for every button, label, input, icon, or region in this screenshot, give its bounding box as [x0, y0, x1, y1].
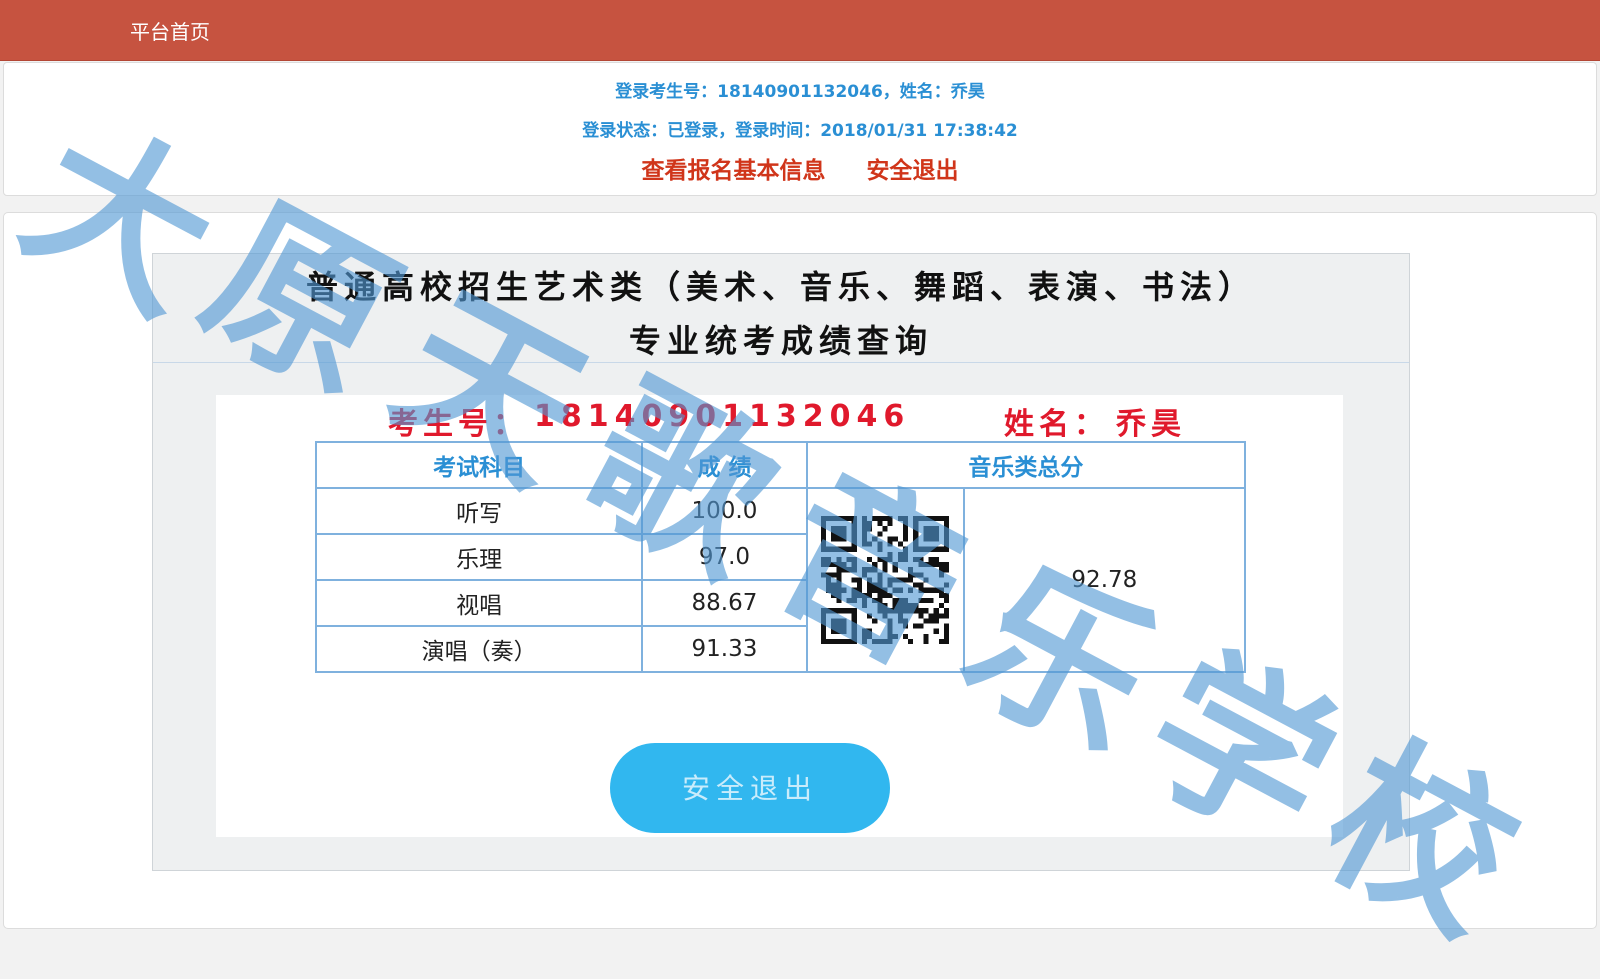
page-subtitle: 专业统考成绩查询 — [628, 322, 933, 360]
candidate-name-value: 乔昊 — [1116, 407, 1186, 442]
score-cell: 100.0 — [641, 487, 808, 535]
score-cell: 91.33 — [641, 625, 808, 673]
qr-code-image — [821, 516, 950, 644]
header-score: 成 绩 — [641, 441, 808, 489]
user-actions: 查看报名基本信息 安全退出 — [4, 151, 1596, 185]
subject-cell: 乐理 — [314, 533, 644, 581]
qr-code-cell — [805, 487, 965, 673]
subject-cell: 视唱 — [314, 579, 644, 627]
user-status-box: 登录考生号：18140901132046，姓名：乔昊 登录状态：已登录，登录时间… — [3, 62, 1597, 196]
login-id-name-text: 登录考生号：18140901132046，姓名：乔昊 — [615, 82, 985, 102]
logout-button[interactable]: 安全退出 — [610, 743, 890, 833]
total-score-value: 92.78 — [962, 487, 1247, 673]
header-subject: 考试科目 — [314, 441, 644, 489]
page-title: 普通高校招生艺术类（美术、音乐、舞蹈、表演、书法） — [305, 268, 1256, 306]
score-table: 考试科目 成 绩 音乐类总分 听写 100.0 92.78 乐理 97.0 视唱… — [314, 441, 1247, 673]
result-card: 考生号： 18140901132046 姓名： 乔昊 考试科目 成 绩 音乐类总… — [216, 395, 1343, 837]
candidate-id-value: 18140901132046 — [534, 399, 911, 434]
candidate-id-label: 考生号： — [388, 407, 528, 442]
candidate-identity-line: 考生号： 18140901132046 姓名： 乔昊 — [216, 397, 1343, 442]
score-cell: 88.67 — [641, 579, 808, 627]
table-header-row: 考试科目 成 绩 音乐类总分 — [314, 441, 1247, 489]
login-status-text: 登录状态：已登录，登录时间：2018/01/31 17:38:42 — [582, 121, 1018, 141]
home-link[interactable]: 平台首页 — [130, 16, 210, 45]
top-navigation-bar: 平台首页 — [0, 0, 1600, 61]
header-total: 音乐类总分 — [805, 441, 1247, 489]
candidate-name-label: 姓名： — [1004, 407, 1109, 442]
panel-header: 普通高校招生艺术类（美术、音乐、舞蹈、表演、书法） 专业统考成绩查询 — [153, 254, 1409, 363]
subject-cell: 演唱（奏） — [314, 625, 644, 673]
table-row: 听写 100.0 92.78 — [314, 487, 1247, 673]
view-registration-info-link[interactable]: 查看报名基本信息 — [641, 158, 825, 184]
subject-cell: 听写 — [314, 487, 644, 535]
score-cell: 97.0 — [641, 533, 808, 581]
logout-link[interactable]: 安全退出 — [867, 158, 959, 184]
